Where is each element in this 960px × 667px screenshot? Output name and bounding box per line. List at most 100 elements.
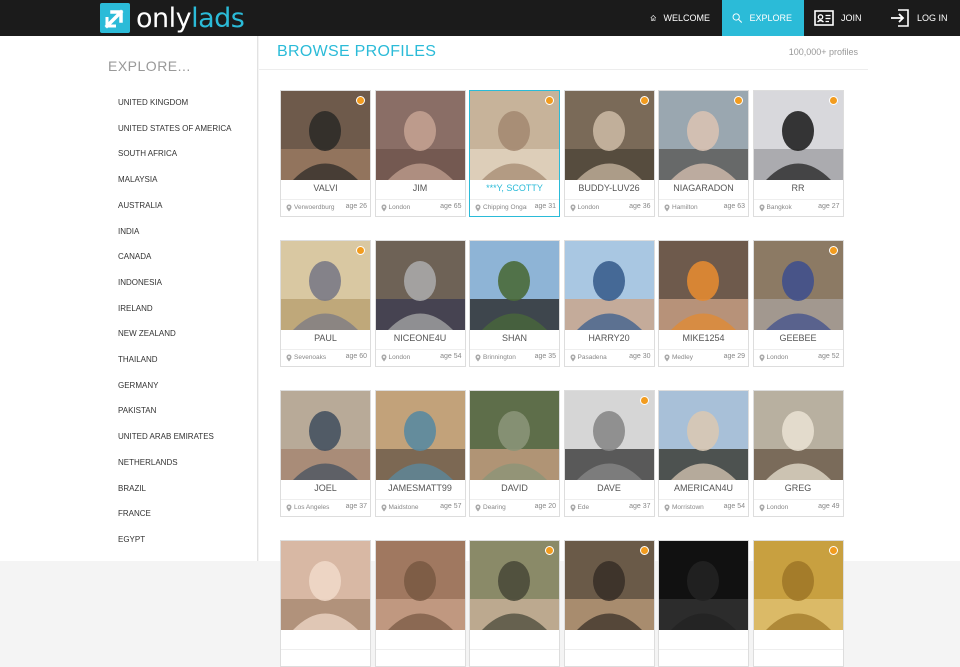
sidebar-country-link[interactable]: NETHERLANDS — [118, 458, 178, 467]
profile-card[interactable] — [374, 540, 466, 667]
profile-name[interactable]: HARRY20 — [565, 333, 654, 343]
online-status-dot — [639, 546, 649, 555]
nav-explore[interactable]: EXPLORE — [722, 0, 804, 36]
sidebar-country-link[interactable]: NEW ZEALAND — [118, 329, 176, 338]
sidebar-country-link[interactable]: AUSTRALIA — [118, 201, 162, 210]
profile-name[interactable]: JIM — [376, 183, 465, 193]
sidebar-country-link[interactable]: GERMANY — [118, 381, 158, 390]
profile-card[interactable]: GREG London age 49 — [752, 390, 844, 517]
profile-card[interactable]: RR Bangkok age 27 — [752, 90, 844, 217]
profile-name[interactable]: JAMESMATT99 — [376, 483, 465, 493]
sidebar-country-link[interactable]: EGYPT — [118, 535, 145, 544]
profile-name[interactable]: GREG — [754, 483, 843, 493]
profile-photo[interactable] — [659, 541, 748, 630]
profile-card[interactable] — [658, 540, 749, 667]
profile-card[interactable]: PAUL Sevenoaks age 60 — [280, 240, 371, 367]
profile-location: Maidstone — [388, 504, 419, 511]
profile-name[interactable]: RR — [754, 183, 843, 193]
nav-welcome[interactable]: WELCOME — [640, 0, 722, 36]
profile-photo[interactable] — [281, 241, 370, 330]
profile-photo[interactable] — [753, 91, 843, 180]
browse-profiles-panel: BROWSE PROFILES 100,000+ profiles VALVI V… — [259, 36, 960, 667]
profile-card[interactable]: BUDDY-LUV26 London age 36 — [563, 90, 655, 217]
profile-card[interactable] — [280, 540, 371, 667]
sidebar-country-link[interactable]: UNITED KINGDOM — [118, 98, 188, 107]
profile-name[interactable]: GEEBEE — [754, 333, 843, 343]
profile-photo[interactable] — [375, 241, 465, 330]
profile-photo[interactable] — [470, 241, 559, 330]
logo-wordmark: onlylads — [136, 3, 245, 34]
profile-card[interactable]: DAVID Dearing age 20 — [469, 390, 560, 517]
profile-card[interactable]: JAMESMATT99 Maidstone age 57 — [374, 390, 466, 517]
profile-photo[interactable] — [564, 391, 654, 480]
site-logo[interactable]: onlylads — [100, 3, 245, 34]
sidebar-country-link[interactable]: SOUTH AFRICA — [118, 149, 177, 158]
profile-photo[interactable] — [470, 391, 559, 480]
profile-age: age 30 — [629, 353, 651, 360]
profile-card[interactable]: VALVI Verwoerdburg age 26 — [280, 90, 371, 217]
profile-photo[interactable] — [753, 391, 843, 480]
profile-name[interactable]: NICEONE4U — [376, 333, 465, 343]
sidebar-country-link[interactable]: PAKISTAN — [118, 406, 156, 415]
profile-photo[interactable] — [659, 391, 748, 480]
sidebar-country-link[interactable]: INDIA — [118, 227, 139, 236]
profile-name[interactable]: DAVE — [565, 483, 654, 493]
profile-photo[interactable] — [470, 91, 559, 180]
sidebar-country-link[interactable]: MALAYSIA — [118, 175, 157, 184]
profile-card[interactable] — [563, 540, 655, 667]
profile-name[interactable]: ***Y, SCOTTY — [470, 183, 559, 193]
sidebar-country-link[interactable]: UNITED ARAB EMIRATES — [118, 432, 214, 441]
profile-card[interactable] — [469, 540, 560, 667]
profile-photo[interactable] — [564, 241, 654, 330]
profile-card[interactable]: ***Y, SCOTTY Chipping Ongar age 31 — [469, 90, 560, 217]
profile-name[interactable]: NIAGARADON — [659, 183, 748, 193]
profile-card[interactable]: NIAGARADON Hamilton age 63 — [658, 90, 749, 217]
profile-photo[interactable] — [281, 541, 370, 630]
profile-card[interactable]: GEEBEE London age 52 — [752, 240, 844, 367]
profile-card[interactable]: JOEL Los Angeles age 37 — [280, 390, 371, 517]
sidebar-country-link[interactable]: IRELAND — [118, 304, 153, 313]
profile-name[interactable]: PAUL — [281, 333, 370, 343]
profile-card[interactable]: HARRY20 Pasadena age 30 — [563, 240, 655, 367]
home-icon — [650, 15, 657, 21]
profile-photo[interactable] — [375, 541, 465, 630]
location-pin-icon — [381, 204, 386, 212]
profile-name[interactable]: JOEL — [281, 483, 370, 493]
profile-name[interactable]: BUDDY-LUV26 — [565, 183, 654, 193]
profile-name[interactable]: VALVI — [281, 183, 370, 193]
sidebar-country-link[interactable]: FRANCE — [118, 509, 151, 518]
profile-photo[interactable] — [753, 541, 843, 630]
sidebar-country-link[interactable]: UNITED STATES OF AMERICA — [118, 124, 232, 133]
profile-photo[interactable] — [659, 91, 748, 180]
profile-photo[interactable] — [564, 91, 654, 180]
profile-photo[interactable] — [470, 541, 559, 630]
profile-location: Hamilton — [672, 204, 698, 211]
sidebar-country-link[interactable]: CANADA — [118, 252, 151, 261]
profile-name[interactable]: AMERICAN4U — [659, 483, 748, 493]
profile-name[interactable]: MIKE1254 — [659, 333, 748, 343]
sidebar-country-link[interactable]: INDONESIA — [118, 278, 162, 287]
profile-location: Verwoerdburg — [294, 204, 335, 211]
profile-meta: London age 54 — [375, 349, 465, 366]
profile-card[interactable] — [752, 540, 844, 667]
nav-login[interactable]: LOG IN — [880, 0, 960, 36]
profile-card[interactable]: AMERICAN4U Morristown age 54 — [658, 390, 749, 517]
sidebar-country-link[interactable]: THAILAND — [118, 355, 158, 364]
profile-photo[interactable] — [375, 391, 465, 480]
profile-card[interactable]: DAVE Ede age 37 — [563, 390, 655, 517]
profile-photo[interactable] — [659, 241, 748, 330]
profile-name[interactable]: DAVID — [470, 483, 559, 493]
profile-photo[interactable] — [564, 541, 654, 630]
profile-age: age 26 — [345, 203, 367, 210]
profile-card[interactable]: JIM London age 65 — [374, 90, 466, 217]
profile-photo[interactable] — [281, 391, 370, 480]
profile-photo[interactable] — [281, 91, 370, 180]
profile-card[interactable]: SHAN Brinnington age 35 — [469, 240, 560, 367]
profile-photo[interactable] — [753, 241, 843, 330]
profile-name[interactable]: SHAN — [470, 333, 559, 343]
profile-card[interactable]: MIKE1254 Medley age 29 — [658, 240, 749, 367]
sidebar-country-link[interactable]: BRAZIL — [118, 484, 146, 493]
profile-photo[interactable] — [375, 91, 465, 180]
nav-join[interactable]: JOIN — [804, 0, 880, 36]
profile-card[interactable]: NICEONE4U London age 54 — [374, 240, 466, 367]
